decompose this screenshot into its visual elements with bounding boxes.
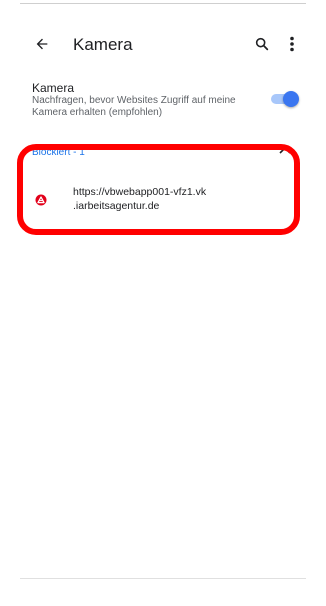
back-button[interactable]	[28, 32, 56, 60]
toolbar: Kamera	[0, 30, 326, 62]
setting-summary: Nachfragen, bevor Websites Zugriff auf m…	[32, 95, 236, 118]
top-divider	[20, 3, 306, 4]
search-button[interactable]	[248, 32, 276, 60]
setting-title: Kamera	[32, 81, 75, 95]
page-title: Kamera	[73, 35, 133, 54]
more-vert-icon	[289, 36, 295, 57]
camera-permission-setting[interactable]: Kamera Nachfragen, bevor Websites Zugrif…	[0, 76, 326, 122]
more-options-button[interactable]	[280, 32, 304, 60]
bottom-divider	[20, 578, 306, 579]
camera-toggle[interactable]	[269, 91, 299, 107]
highlight-annotation	[17, 144, 300, 235]
search-icon	[254, 36, 270, 57]
arrow-left-icon	[34, 36, 50, 57]
toggle-thumb	[283, 91, 299, 107]
